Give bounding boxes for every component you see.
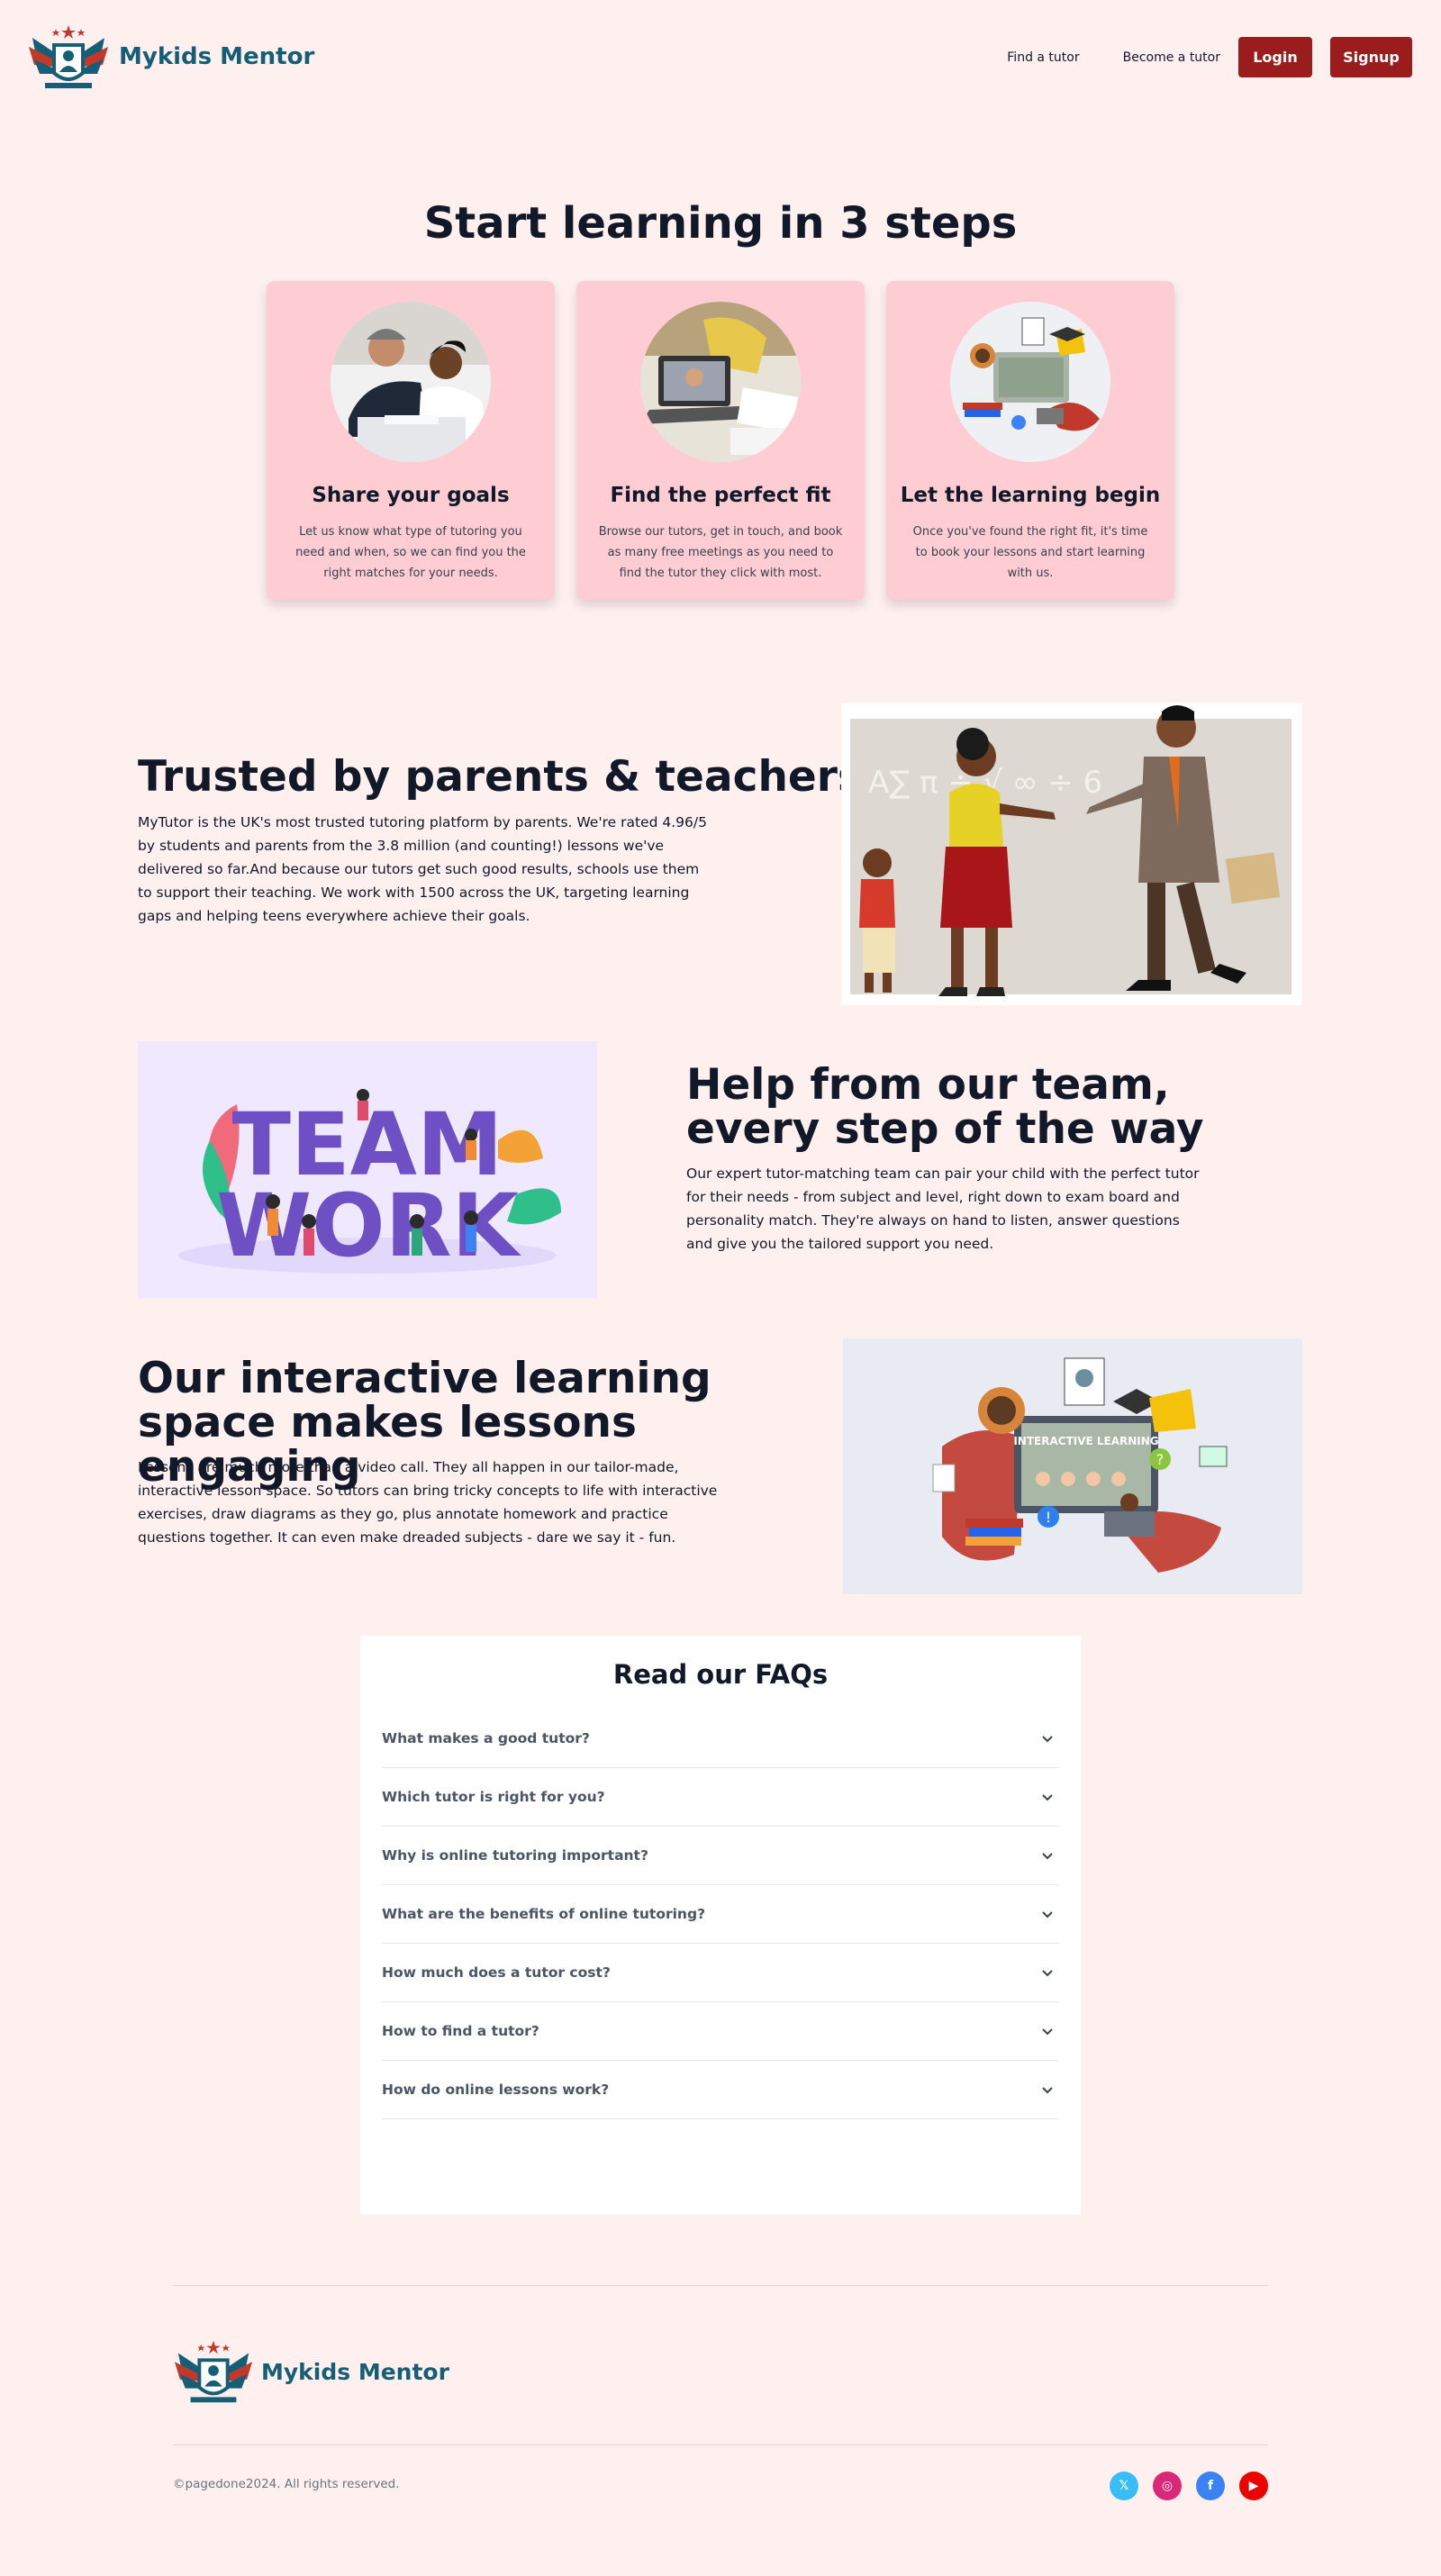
faq-list: What makes a good tutor? Which tutor is … <box>382 1710 1059 2119</box>
step-description: Browse our tutors, get in touch, and boo… <box>598 525 843 580</box>
chevron-down-icon <box>1041 1966 1054 1979</box>
steps-title: Start learning in 3 steps <box>423 198 1018 249</box>
faq-question: How much does a tutor cost? <box>382 1964 611 1981</box>
trusted-text: MyTutor is the UK's most trusted tutorin… <box>138 814 707 924</box>
footer-brand-name: Mykids Mentor <box>261 2358 449 2385</box>
svg-text:!: ! <box>1046 1509 1051 1526</box>
faq-question: Why is online tutoring important? <box>382 1847 648 1864</box>
step-card-fit: Find the perfect fit Browse our tutors, … <box>576 281 865 600</box>
step-card-begin: Let the learning begin Once you've found… <box>886 281 1174 600</box>
faq-question: Which tutor is right for you? <box>382 1789 605 1805</box>
find-tutor-link[interactable]: Find a tutor <box>1007 50 1079 65</box>
faq-question: What are the benefits of online tutoring… <box>382 1906 706 1922</box>
interactive-learning-illustration: INTERACTIVE LEARNING ? ! <box>843 1338 1302 1594</box>
faq-item[interactable]: How to find a tutor? <box>382 2002 1059 2061</box>
step-image-begin <box>950 302 1110 462</box>
step-title: Share your goals <box>312 484 510 507</box>
faq-item[interactable]: How do online lessons work? <box>382 2061 1059 2119</box>
faq-panel: Read our FAQs What makes a good tutor? W… <box>360 1636 1081 2215</box>
social-links: 𝕏 ◎ f ▶ <box>1110 2472 1268 2500</box>
youtube-icon[interactable]: ▶ <box>1239 2472 1268 2500</box>
chevron-down-icon <box>1041 1908 1054 1920</box>
team-title: Help from our team, every step of the wa… <box>686 1060 1204 1154</box>
step-image-goals <box>331 302 491 462</box>
interactive-text: Lessons are much more than a video call.… <box>138 1459 718 1546</box>
facebook-icon[interactable]: f <box>1196 2472 1225 2500</box>
chevron-down-icon <box>1041 2083 1054 2096</box>
faq-item[interactable]: Which tutor is right for you? <box>382 1768 1059 1827</box>
footer-divider <box>173 2285 1268 2286</box>
instagram-icon[interactable]: ◎ <box>1153 2472 1182 2500</box>
main-nav: Find a tutor Become a tutor Login Signup <box>1007 37 1412 77</box>
copyright-text: ©pagedone2024. All rights reserved. <box>173 2477 400 2491</box>
faq-item[interactable]: What are the benefits of online tutoring… <box>382 1885 1059 1944</box>
login-button[interactable]: Login <box>1238 37 1312 77</box>
footer-divider <box>173 2444 1268 2445</box>
brand-emblem-icon <box>173 2335 254 2408</box>
chevron-down-icon <box>1041 1849 1054 1862</box>
chevron-down-icon <box>1041 1791 1054 1803</box>
step-image-fit <box>640 302 801 462</box>
chevron-down-icon <box>1041 1732 1054 1745</box>
footer-brand-logo[interactable]: Mykids Mentor <box>173 2335 449 2408</box>
faq-item[interactable]: What makes a good tutor? <box>382 1710 1059 1768</box>
step-title: Let the learning begin <box>900 484 1161 507</box>
faq-item[interactable]: How much does a tutor cost? <box>382 1944 1059 2002</box>
step-card-goals: Share your goals Let us know what type o… <box>267 281 555 600</box>
x-icon[interactable]: 𝕏 <box>1110 2472 1138 2500</box>
faq-title: Read our FAQs <box>612 1659 829 1690</box>
signup-button[interactable]: Signup <box>1330 37 1412 77</box>
faq-question: How do online lessons work? <box>382 2082 610 2098</box>
faq-question: How to find a tutor? <box>382 2023 539 2039</box>
site-header: Mykids Mentor Find a tutor Become a tuto… <box>0 0 1441 115</box>
become-tutor-link[interactable]: Become a tutor <box>1123 50 1220 65</box>
brand-emblem-icon <box>27 20 110 94</box>
trusted-title: Trusted by parents & teachers <box>138 752 863 802</box>
step-description: Let us know what type of tutoring you ne… <box>295 525 526 580</box>
step-title: Find the perfect fit <box>610 484 831 507</box>
team-text: Our expert tutor-matching team can pair … <box>686 1166 1200 1252</box>
chevron-down-icon <box>1041 2025 1054 2037</box>
handshake-illustration: A∑ π ÷ √ ∞ ÷ 6 <box>841 703 1302 1005</box>
brand-logo[interactable]: Mykids Mentor <box>27 20 314 94</box>
svg-text:?: ? <box>1156 1451 1165 1468</box>
faq-question: What makes a good tutor? <box>382 1730 590 1746</box>
teamwork-illustration: TEAM WORK <box>138 1041 597 1298</box>
faq-item[interactable]: Why is online tutoring important? <box>382 1827 1059 1885</box>
interactive-label: INTERACTIVE LEARNING <box>1013 1435 1158 1447</box>
step-description: Once you've found the right fit, it's ti… <box>912 525 1148 580</box>
brand-name: Mykids Mentor <box>119 43 315 70</box>
